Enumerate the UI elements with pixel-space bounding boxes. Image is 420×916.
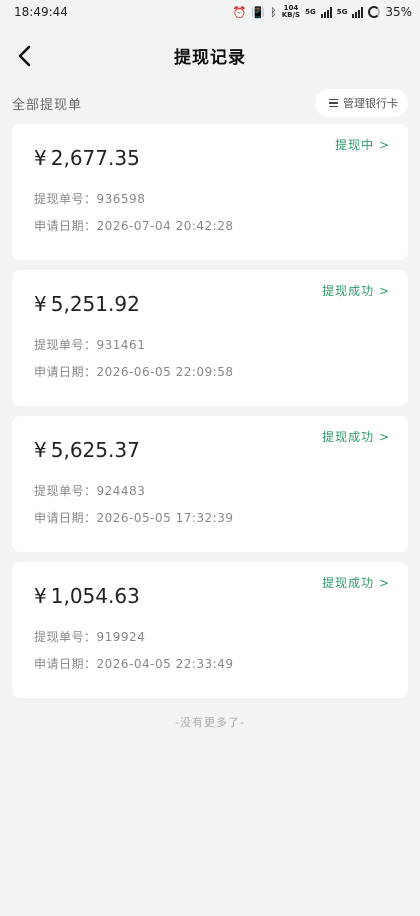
menu-icon bbox=[329, 98, 338, 108]
date-label: 申请日期： bbox=[34, 365, 97, 379]
alarm-icon: ⏰ bbox=[232, 5, 247, 19]
sub-header: 全部提现单 管理银行卡 bbox=[0, 86, 420, 120]
status-link[interactable]: 提现成功 > bbox=[322, 574, 390, 591]
withdrawal-card[interactable]: 提现成功 > ¥5,251.92 提现单号：931461 申请日期：2026-0… bbox=[12, 270, 408, 406]
no-more-note: -没有更多了- bbox=[175, 716, 245, 729]
currency-symbol: ¥ bbox=[34, 584, 47, 608]
navbar: 提现记录 bbox=[0, 24, 420, 86]
date-value: 2026-05-05 17:32:39 bbox=[96, 511, 234, 525]
order-value: 919924 bbox=[96, 630, 146, 644]
vibrate-icon: 📳 bbox=[251, 5, 266, 19]
status-bar: 18:49:44 ⏰ 📳 ᛒ 104 KB/S 5G 5G 35% bbox=[0, 0, 420, 24]
signal-icon-2 bbox=[352, 6, 364, 18]
amount-value: 1,054.63 bbox=[50, 584, 140, 608]
manage-bank-card-button[interactable]: 管理银行卡 bbox=[315, 89, 408, 117]
status-link[interactable]: 提现成功 > bbox=[322, 428, 390, 445]
date-value: 2026-06-05 22:09:58 bbox=[96, 365, 234, 379]
date-label: 申请日期： bbox=[34, 511, 97, 525]
page-title: 提现记录 bbox=[174, 47, 246, 68]
date-value: 2026-07-04 20:42:28 bbox=[96, 219, 234, 233]
apply-date: 申请日期：2026-05-05 17:32:39 bbox=[34, 511, 408, 525]
order-number: 提现单号：919924 bbox=[34, 630, 408, 644]
status-link[interactable]: 提现成功 > bbox=[322, 282, 390, 299]
signal-icon bbox=[320, 6, 332, 18]
status-icons: ⏰ 📳 ᛒ 104 KB/S 5G 5G 35% bbox=[232, 5, 412, 20]
chevron-left-icon bbox=[18, 45, 31, 67]
withdrawal-card[interactable]: 提现成功 > ¥5,625.37 提现单号：924483 申请日期：2026-0… bbox=[12, 416, 408, 552]
amount-value: 5,625.37 bbox=[50, 438, 140, 462]
withdrawal-list: 提现中 > ¥2,677.35 提现单号：936598 申请日期：2026-07… bbox=[0, 124, 420, 698]
net-speed: 104 KB/S bbox=[282, 5, 300, 19]
apply-date: 申请日期：2026-07-04 20:42:28 bbox=[34, 219, 408, 233]
apply-date: 申请日期：2026-06-05 22:09:58 bbox=[34, 365, 408, 379]
date-label: 申请日期： bbox=[34, 657, 97, 671]
amount-value: 5,251.92 bbox=[50, 292, 140, 316]
order-value: 924483 bbox=[96, 484, 146, 498]
order-number: 提现单号：931461 bbox=[34, 338, 408, 352]
order-label: 提现单号： bbox=[34, 630, 97, 644]
apply-date: 申请日期：2026-04-05 22:33:49 bbox=[34, 657, 408, 671]
date-label: 申请日期： bbox=[34, 219, 97, 233]
battery-icon bbox=[368, 6, 381, 18]
status-link[interactable]: 提现中 > bbox=[335, 136, 390, 153]
order-value: 931461 bbox=[96, 338, 146, 352]
back-button[interactable] bbox=[8, 40, 40, 72]
order-label: 提现单号： bbox=[34, 192, 97, 206]
net-speed-unit: KB/S bbox=[281, 11, 301, 19]
order-label: 提现单号： bbox=[34, 484, 97, 498]
order-number: 提现单号：936598 bbox=[34, 192, 408, 206]
status-time: 18:49:44 bbox=[14, 5, 68, 19]
amount-value: 2,677.35 bbox=[50, 146, 140, 170]
withdrawal-card[interactable]: 提现中 > ¥2,677.35 提现单号：936598 申请日期：2026-07… bbox=[12, 124, 408, 260]
order-label: 提现单号： bbox=[34, 338, 97, 352]
battery-level: 35% bbox=[385, 5, 412, 19]
currency-symbol: ¥ bbox=[34, 146, 47, 170]
withdrawal-card[interactable]: 提现成功 > ¥1,054.63 提现单号：919924 申请日期：2026-0… bbox=[12, 562, 408, 698]
bluetooth-icon: ᛒ bbox=[270, 5, 277, 19]
sim1-label: 5G bbox=[305, 7, 316, 16]
filter-label[interactable]: 全部提现单 bbox=[12, 94, 82, 113]
currency-symbol: ¥ bbox=[34, 438, 47, 462]
date-value: 2026-04-05 22:33:49 bbox=[96, 657, 234, 671]
order-number: 提现单号：924483 bbox=[34, 484, 408, 498]
order-value: 936598 bbox=[96, 192, 146, 206]
manage-bank-card-label: 管理银行卡 bbox=[343, 97, 398, 110]
sim2-label: 5G bbox=[336, 7, 348, 16]
currency-symbol: ¥ bbox=[34, 292, 47, 316]
